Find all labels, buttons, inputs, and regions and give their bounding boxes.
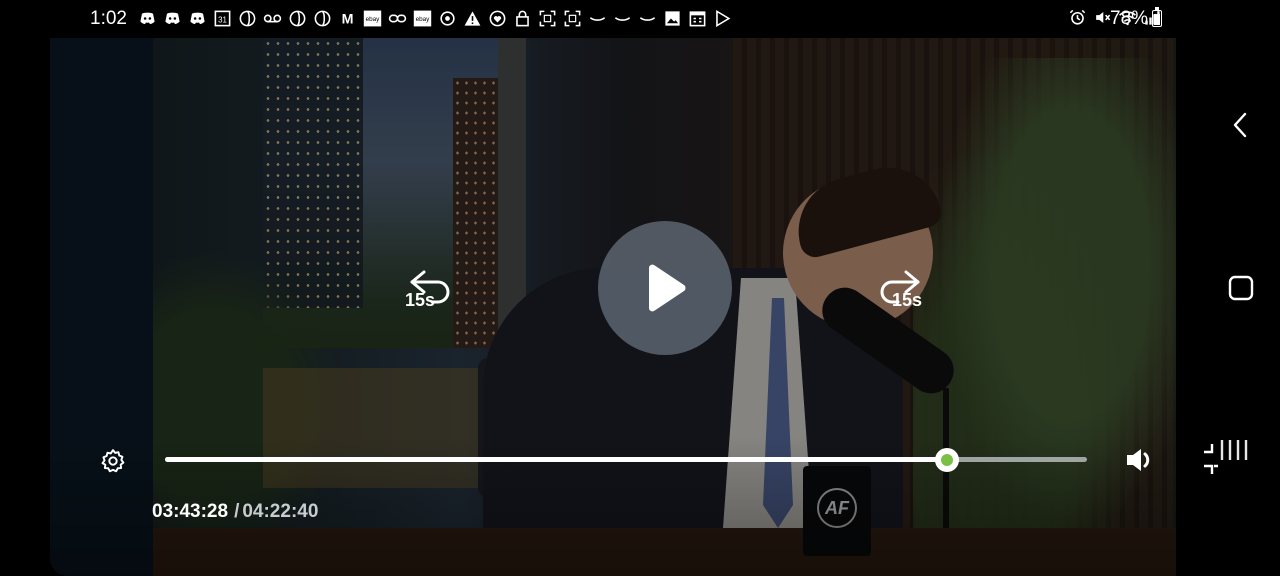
- warning-icon: [462, 8, 483, 28]
- threads-icon: [287, 8, 308, 28]
- gmail-text: M: [342, 11, 354, 27]
- heart-shield-icon: [487, 8, 508, 28]
- seek-bar[interactable]: [165, 448, 1087, 472]
- lock-icon: [512, 8, 533, 28]
- volume-button[interactable]: [1124, 446, 1156, 476]
- chevron-left-icon: [1233, 112, 1247, 138]
- settings-button[interactable]: [100, 448, 126, 474]
- discord-icon: [187, 8, 208, 28]
- voicemail-icon: [262, 8, 283, 28]
- status-clock: 1:02: [90, 8, 127, 29]
- volume-icon: [1127, 449, 1150, 471]
- scan-icon: [562, 8, 583, 28]
- discord-icon: [162, 8, 183, 28]
- calendar-grid-icon: [687, 8, 708, 28]
- notification-icons: 31 M ebay ebay: [137, 8, 733, 28]
- exit-fullscreen-button[interactable]: [1200, 438, 1254, 476]
- ebay-icon: ebay: [362, 8, 383, 28]
- video-player[interactable]: AF 15s 15s: [50, 38, 1176, 576]
- threads-icon: [312, 8, 333, 28]
- time-display: 03:43:28/04:22:40: [152, 501, 318, 523]
- nav-home-button[interactable]: [1226, 273, 1256, 303]
- forward-15s-button[interactable]: 15s: [868, 264, 948, 324]
- battery-percentage: 78%: [1110, 8, 1149, 29]
- forward-label: 15s: [892, 290, 923, 310]
- seek-bar-thumb[interactable]: [934, 448, 959, 472]
- play-icon: [649, 264, 686, 312]
- alarm-icon: [1068, 8, 1087, 27]
- amazon-icon: [587, 8, 608, 28]
- nav-back-button[interactable]: [1226, 110, 1256, 140]
- ebay-text: ebay: [366, 15, 381, 22]
- gear-icon: [101, 449, 125, 473]
- threads-icon: [237, 8, 258, 28]
- time-separator: /: [234, 501, 240, 522]
- gmail-icon: M: [337, 8, 358, 28]
- home-square-icon: [1228, 275, 1254, 301]
- amazon-icon: [637, 8, 658, 28]
- target-icon: [437, 8, 458, 28]
- play-button[interactable]: [598, 221, 732, 355]
- current-time: 03:43:28: [152, 501, 229, 522]
- gallery-icon: [662, 8, 683, 28]
- link-icon: [387, 8, 408, 28]
- ebay-text: ebay: [416, 15, 431, 22]
- amazon-icon: [612, 8, 633, 28]
- recents-icon: [1204, 440, 1248, 474]
- calendar-icon: 31: [212, 8, 233, 28]
- rewind-15s-button[interactable]: 15s: [402, 264, 482, 324]
- total-time: 04:22:40: [242, 501, 319, 522]
- calendar-day-text: 31: [218, 15, 227, 24]
- battery-icon: [1152, 7, 1162, 27]
- scan-icon: [537, 8, 558, 28]
- discord-icon: [137, 8, 158, 28]
- play-store-icon: [712, 8, 733, 28]
- seek-bar-played: [165, 457, 947, 462]
- rewind-label: 15s: [405, 290, 436, 310]
- status-bar: 1:02 31 M ebay ebay 78%: [0, 0, 1280, 38]
- ebay-icon: ebay: [412, 8, 433, 28]
